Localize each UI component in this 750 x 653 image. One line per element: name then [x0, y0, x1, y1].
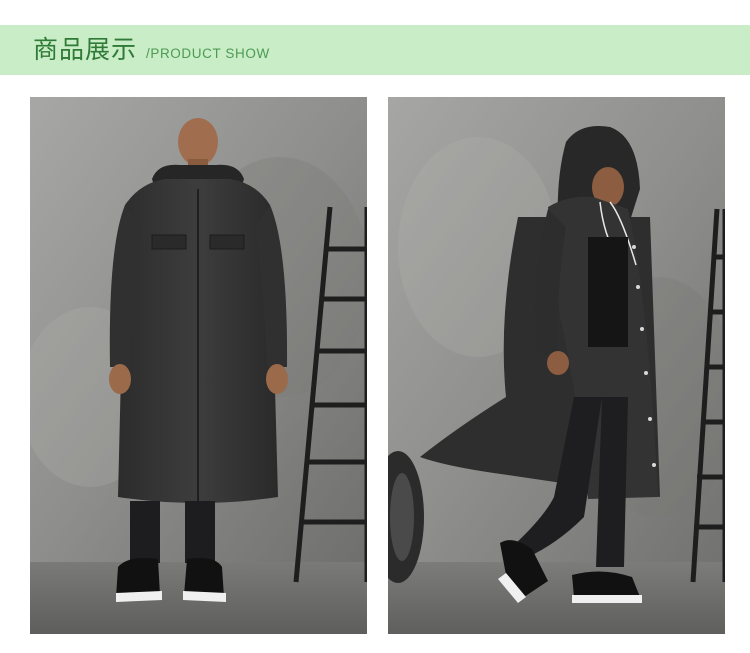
product-photo-standing [30, 97, 367, 634]
product-photo-walking-image [388, 97, 725, 634]
product-photo-walking [388, 97, 725, 634]
product-photo-standing-image [30, 97, 367, 634]
section-title: 商品展示 [33, 35, 138, 64]
section-subtitle: /PRODUCT SHOW [146, 46, 270, 61]
section-header-banner: 商品展示 /PRODUCT SHOW [0, 25, 750, 75]
